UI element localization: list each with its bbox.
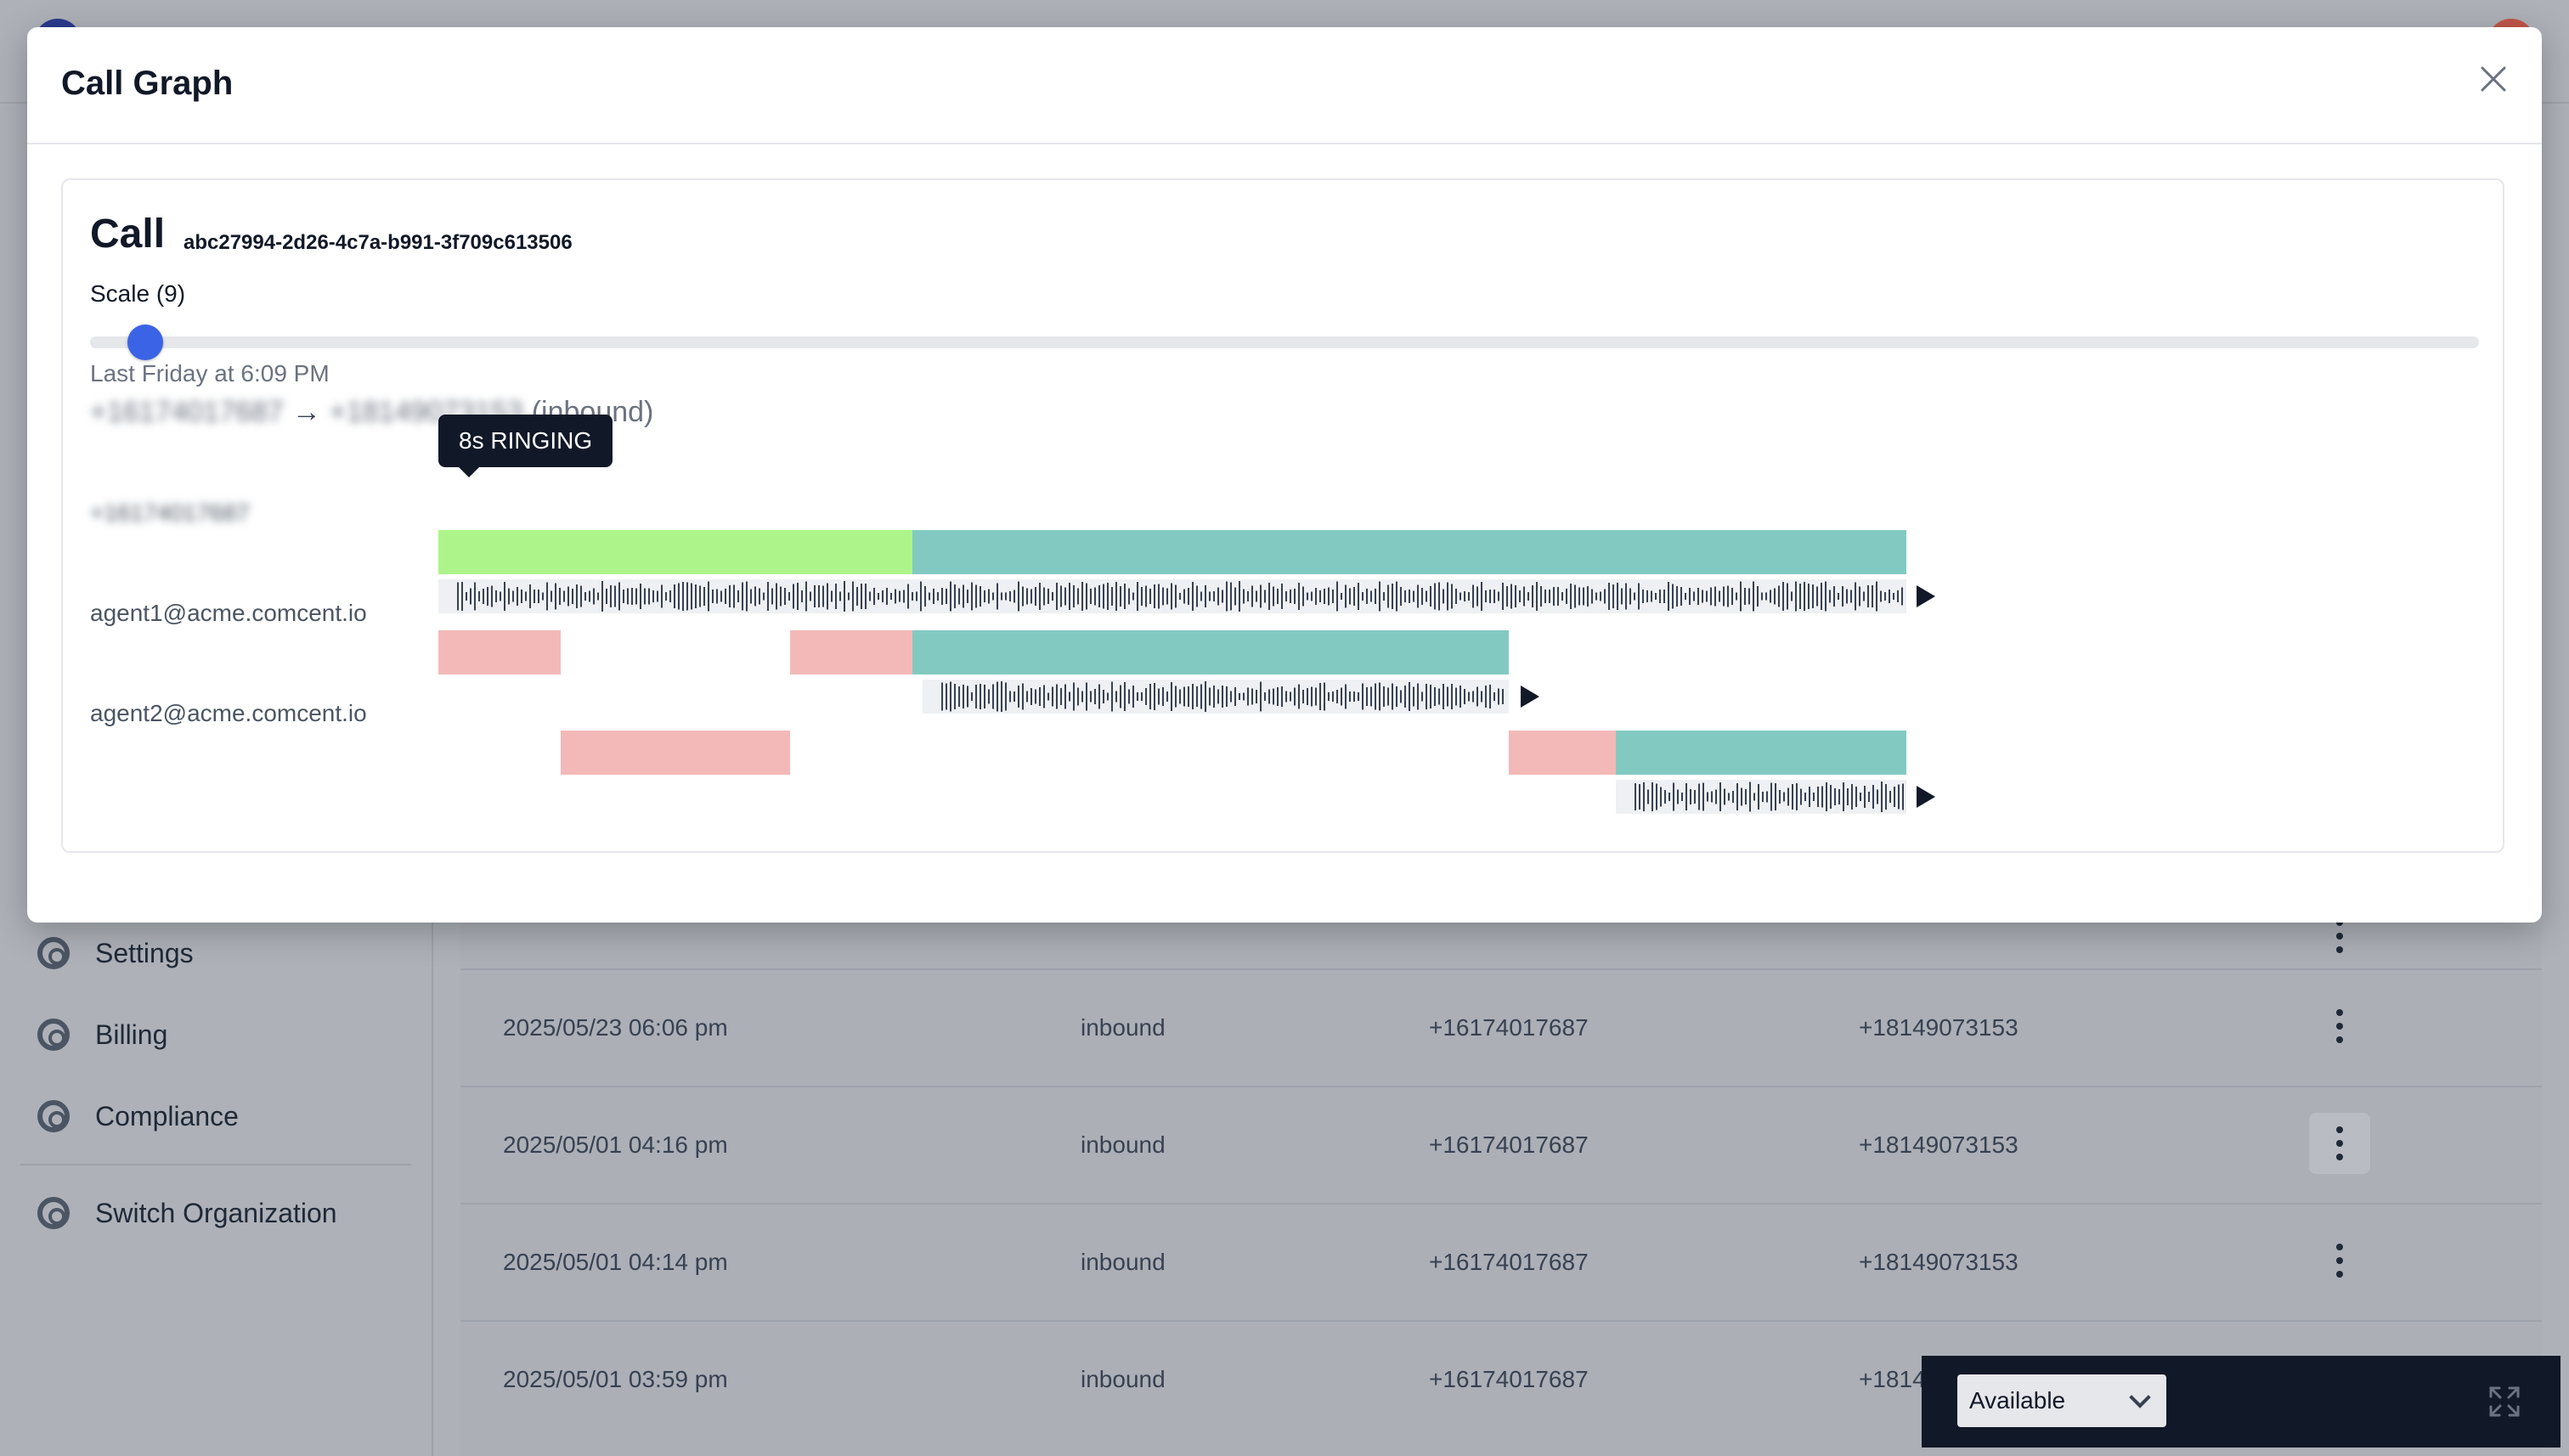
sidebar-item-label: Billing — [95, 1019, 168, 1050]
row-date: 2025/05/23 06:06 pm — [503, 1014, 728, 1041]
waveform[interactable] — [1616, 780, 1906, 814]
sidebar-item-label: Switch Organization — [95, 1197, 337, 1228]
row-menu-button[interactable] — [2309, 996, 2370, 1057]
row-date: 2025/05/01 04:16 pm — [503, 1132, 728, 1158]
lifebuoy-icon — [37, 1197, 70, 1229]
segment-connected[interactable] — [1616, 731, 1906, 775]
segment-ringing[interactable] — [790, 630, 912, 674]
segment-ivr[interactable] — [438, 530, 912, 574]
row-direction: inbound — [1081, 1366, 1166, 1392]
status-select[interactable]: Available — [1957, 1374, 2166, 1427]
lifebuoy-icon — [37, 937, 70, 969]
row-date: 2025/05/01 04:14 pm — [503, 1249, 728, 1275]
row-date: 2025/05/01 03:59 pm — [503, 1366, 728, 1392]
row-to: +1814 — [1859, 1366, 1926, 1392]
row-from: +16174017687 — [1429, 1132, 1589, 1158]
row-to: +18149073153 — [1859, 1014, 2019, 1041]
modal-divider — [27, 143, 2542, 144]
table-row[interactable]: 2025/05/23 06:06 pm inbound +16174017687… — [460, 968, 2542, 1086]
waveform-graphic — [941, 681, 1504, 712]
scale-slider-track[interactable] — [90, 336, 2479, 348]
play-button[interactable] — [1917, 585, 1935, 607]
segment-tooltip: 8s RINGING — [438, 415, 613, 477]
row-menu-button[interactable] — [2309, 1230, 2370, 1291]
sidebar-item-switch-organization[interactable]: Switch Organization — [37, 1188, 337, 1239]
row-from: +16174017687 — [1429, 1014, 1589, 1041]
sidebar-item-billing[interactable]: Billing — [37, 1009, 167, 1060]
sidebar-item-label: Settings — [95, 937, 194, 968]
call-label: Call — [90, 212, 166, 257]
segment-ringing[interactable] — [561, 731, 790, 775]
row-to: +18149073153 — [1859, 1249, 2019, 1275]
expand-icon[interactable] — [2487, 1385, 2521, 1419]
sidebar-item-label: Compliance — [95, 1100, 239, 1132]
lifebuoy-icon — [37, 1019, 70, 1051]
call-date: Last Friday at 6:09 PM — [90, 360, 330, 387]
segment-ringing[interactable] — [438, 630, 561, 674]
row-direction: inbound — [1081, 1249, 1166, 1275]
waveform-graphic — [1635, 782, 1904, 812]
row-direction: inbound — [1081, 1014, 1166, 1041]
waveform[interactable] — [923, 680, 1509, 714]
waveform[interactable] — [438, 579, 1906, 613]
waveform-graphic — [457, 581, 1903, 612]
segment-connected[interactable] — [912, 530, 1906, 574]
arrow-right-icon: → — [291, 396, 321, 428]
table-row[interactable]: 2025/05/01 04:14 pm inbound +16174017687… — [460, 1203, 2542, 1320]
status-value: Available — [1969, 1387, 2066, 1414]
play-button[interactable] — [1917, 786, 1935, 808]
lane-label-agent1: agent1@acme.comcent.io — [90, 600, 367, 626]
lane-label-agent2: agent2@acme.comcent.io — [90, 700, 367, 726]
row-direction: inbound — [1081, 1132, 1166, 1158]
sidebar-item-compliance[interactable]: Compliance — [37, 1091, 239, 1142]
from-number: +16174017687 — [90, 396, 284, 428]
softphone-bar: Available — [1922, 1356, 2561, 1448]
close-icon[interactable] — [2474, 59, 2513, 99]
lifebuoy-icon — [37, 1100, 70, 1132]
call-id: abc27994-2d26-4c7a-b991-3f709c613506 — [184, 231, 573, 254]
segment-connected[interactable] — [912, 630, 1509, 674]
sidebar-divider — [20, 1164, 411, 1165]
row-to: +18149073153 — [1859, 1132, 2019, 1158]
scale-slider-thumb[interactable] — [127, 324, 163, 360]
row-menu-button[interactable] — [2309, 1113, 2370, 1174]
segment-ringing[interactable] — [1509, 731, 1616, 775]
modal-title: Call Graph — [61, 65, 234, 102]
row-from: +16174017687 — [1429, 1366, 1589, 1392]
row-from: +16174017687 — [1429, 1249, 1589, 1275]
sidebar-item-settings[interactable]: Settings — [37, 928, 194, 979]
play-button[interactable] — [1521, 686, 1539, 708]
table-row[interactable]: 2025/05/01 04:16 pm inbound +16174017687… — [460, 1086, 2542, 1203]
lane-label-caller: +16174017687 — [90, 499, 250, 526]
chevron-down-icon — [2129, 1386, 2151, 1408]
call-card: Call abc27994-2d26-4c7a-b991-3f709c61350… — [61, 178, 2504, 853]
scale-label: Scale (9) — [90, 280, 186, 307]
call-graph-modal: Call Graph Call abc27994-2d26-4c7a-b991-… — [27, 27, 2542, 923]
